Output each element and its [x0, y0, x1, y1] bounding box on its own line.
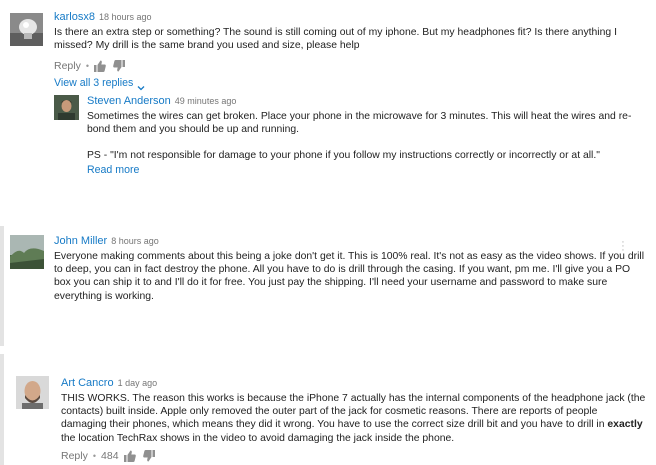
comment-line: to deep, you can in fact destroy the pho…	[54, 264, 631, 276]
comment-line: everything is working.	[54, 290, 154, 302]
chevron-down-icon	[137, 79, 145, 91]
user-avatar[interactable]	[54, 95, 79, 120]
user-avatar[interactable]	[16, 376, 49, 409]
timestamp[interactable]: 8 hours ago	[111, 236, 159, 246]
separator-dot: •	[85, 61, 90, 72]
reply-button[interactable]: Reply	[54, 60, 81, 72]
thread-edge	[0, 226, 4, 346]
author-name[interactable]: John Miller	[54, 235, 107, 247]
comment-line: box you can ship it to and I'll do it fo…	[54, 277, 608, 289]
comment-line: Everyone making comments about this bein…	[54, 251, 644, 262]
comment-body: Art Cancro 1 day ago THIS WORKS. The reas…	[61, 376, 646, 463]
comment-header: Art Cancro 1 day ago	[61, 376, 646, 390]
separator-dot: •	[92, 450, 97, 461]
comment-text: Is there an extra step or something? The…	[54, 26, 644, 52]
comment-line: Is there an extra step or something? The…	[54, 27, 617, 38]
comment-line: bond them and you should be up and runni…	[87, 124, 300, 136]
comment-line: damaging their phones, which means they …	[61, 418, 646, 431]
comment-line-text: damaging their phones, which means they …	[61, 419, 605, 431]
like-count: 484	[101, 449, 119, 462]
timestamp[interactable]: 49 minutes ago	[175, 96, 237, 106]
thumbs-down-icon[interactable]	[113, 60, 126, 72]
comment-line: THIS WORKS. The reason this works is bec…	[61, 393, 646, 404]
reply-button[interactable]: Reply	[61, 450, 88, 462]
thumbs-up-icon[interactable]	[94, 60, 106, 73]
comment-header: Steven Anderson 49 minutes ago	[87, 94, 647, 108]
author-name[interactable]: Steven Anderson	[87, 95, 171, 107]
user-avatar[interactable]	[10, 235, 44, 269]
landscape-photo-avatar	[10, 235, 44, 269]
comment-line: Sometimes the wires can get broken. Plac…	[87, 111, 632, 122]
lightbulb-photo-avatar	[10, 13, 43, 46]
comment-line: missed? My drill is the same brand you u…	[54, 40, 360, 52]
comment-line	[87, 136, 647, 149]
comment-line: contacts) built inside. Apple only remov…	[61, 406, 598, 418]
comment-header: karlosx8 18 hours ago	[54, 10, 644, 24]
more-vertical-icon[interactable]: · · ·	[621, 237, 625, 256]
emphasis-text: exactly	[607, 419, 643, 431]
thumbs-up-icon[interactable]	[123, 450, 136, 462]
user-avatar[interactable]	[10, 13, 43, 46]
comment-header: John Miller 8 hours ago	[54, 234, 644, 248]
thread-edge	[0, 354, 4, 465]
reply-steven-anderson: Steven Anderson 49 minutes ago Sometimes …	[0, 88, 656, 178]
read-more-link[interactable]: Read more	[87, 164, 647, 176]
author-name[interactable]: Art Cancro	[61, 377, 114, 389]
comment-actions: Reply •	[54, 59, 644, 73]
reply-body: Steven Anderson 49 minutes ago Sometimes …	[87, 94, 647, 176]
comment-karlosx8: karlosx8 18 hours ago Is there an extra s…	[0, 0, 656, 91]
timestamp[interactable]: 18 hours ago	[99, 12, 152, 22]
comment-text: THIS WORKS. The reason this works is bec…	[61, 392, 646, 445]
comment-art-cancro: Art Cancro 1 day ago THIS WORKS. The reas…	[0, 354, 656, 465]
comment-line: the location TechRax shows in the video …	[61, 432, 455, 444]
author-name[interactable]: karlosx8	[54, 11, 95, 23]
man-portrait-avatar	[54, 95, 79, 120]
comment-ps-line: PS - "I'm not responsible for damage to …	[87, 150, 600, 162]
comment-john-miller: John Miller 8 hours ago Everyone making c…	[0, 226, 656, 346]
comment-actions: Reply • 484	[61, 449, 646, 463]
thumbs-down-icon[interactable]	[142, 449, 155, 462]
comment-body: John Miller 8 hours ago Everyone making c…	[54, 234, 644, 303]
bald-man-portrait-avatar	[16, 376, 49, 409]
timestamp[interactable]: 1 day ago	[118, 378, 158, 388]
comment-text: Everyone making comments about this bein…	[54, 250, 644, 303]
comment-body: karlosx8 18 hours ago Is there an extra s…	[54, 10, 644, 91]
comment-text: Sometimes the wires can get broken. Plac…	[87, 110, 647, 163]
